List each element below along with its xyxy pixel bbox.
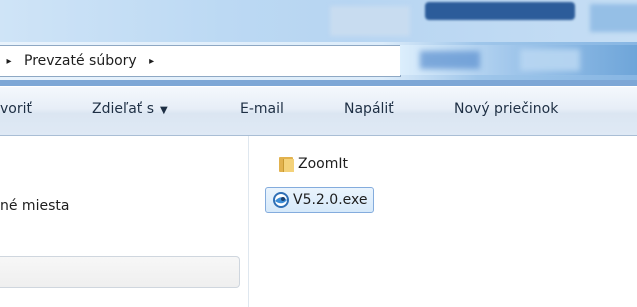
file-name: ZoomIt xyxy=(298,156,348,172)
file-item-folder[interactable]: ZoomIt xyxy=(277,151,348,177)
open-button[interactable]: voriť xyxy=(0,101,32,117)
breadcrumb-arrow-icon[interactable]: ▸ xyxy=(0,56,18,67)
file-item-exe[interactable]: V5.2.0.exe xyxy=(265,187,375,213)
address-bar[interactable]: ▸ Prevzaté súbory ▸ xyxy=(0,45,401,77)
address-row: ▸ Prevzaté súbory ▸ xyxy=(0,42,637,80)
background-blur xyxy=(590,4,637,32)
folder-icon xyxy=(277,155,295,173)
email-button[interactable]: E-mail xyxy=(240,101,284,117)
background-blur xyxy=(420,51,480,69)
breadcrumb-arrow-icon[interactable]: ▸ xyxy=(143,56,161,67)
background-blur xyxy=(425,2,575,20)
background-blur xyxy=(520,49,580,71)
exe-app-icon xyxy=(272,191,290,209)
navigation-pane: né miesta xyxy=(0,136,249,307)
breadcrumb-downloads[interactable]: Prevzaté súbory xyxy=(18,53,143,69)
nav-item-recent-places[interactable]: né miesta xyxy=(0,198,69,214)
share-with-button[interactable]: Zdieľať s ▼ xyxy=(92,101,168,117)
search-area-background xyxy=(400,45,637,75)
file-name: V5.2.0.exe xyxy=(293,192,368,208)
nav-pane-field[interactable] xyxy=(0,256,240,288)
background-blur xyxy=(330,6,410,36)
share-with-label: Zdieľať s xyxy=(92,101,155,117)
new-folder-button[interactable]: Nový priečinok xyxy=(454,101,558,117)
burn-button[interactable]: Napáliť xyxy=(344,101,394,117)
command-bar: voriť Zdieľať s ▼ E-mail Napáliť Nový pri… xyxy=(0,86,637,136)
window-title-area xyxy=(0,0,637,42)
chevron-down-icon: ▼ xyxy=(160,105,168,116)
